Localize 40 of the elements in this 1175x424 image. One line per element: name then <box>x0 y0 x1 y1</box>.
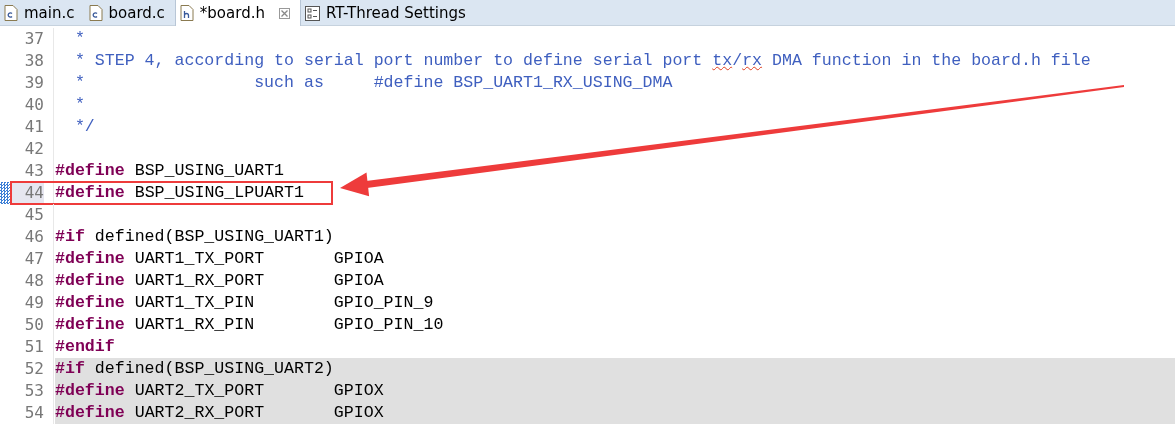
line-number: 41 <box>23 116 44 138</box>
line-number: 39 <box>23 72 44 94</box>
line-number: 38 <box>23 50 44 72</box>
line-number: 45 <box>23 204 44 226</box>
code-line: #if defined(BSP_USING_UART1) <box>55 226 335 248</box>
checklist-icon <box>304 5 320 21</box>
editor-tab[interactable]: main.c <box>0 0 85 26</box>
line-number: 52 <box>23 358 44 380</box>
close-icon[interactable] <box>278 7 290 19</box>
line-number: 54 <box>23 402 44 424</box>
code-line: #define UART1_TX_PIN GPIO_PIN_9 <box>55 292 435 314</box>
code-line: * <box>73 28 86 50</box>
line-number: 46 <box>23 226 44 248</box>
editor-tab[interactable]: RT-Thread Settings <box>300 0 476 26</box>
line-number: 48 <box>23 270 44 292</box>
code-line: #define BSP_USING_UART1 <box>55 160 286 182</box>
line-number: 43 <box>23 160 44 182</box>
code-line: #define UART1_RX_PORT GPIOA <box>55 270 385 292</box>
line-number: 50 <box>23 314 44 336</box>
code-line: * STEP 4, according to serial port number to define serial port tx/rx DMA function in the board.h file <box>73 50 1092 72</box>
line-number: 37 <box>23 28 44 50</box>
editor-tab[interactable]: *board.h <box>174 0 301 26</box>
code-line: * such as #define BSP_UART1_RX_USING_DMA <box>73 72 674 94</box>
line-number: 47 <box>23 248 44 270</box>
line-number: 40 <box>23 94 44 116</box>
line-number: 49 <box>23 292 44 314</box>
line-number: 51 <box>23 336 44 358</box>
line-number: 42 <box>23 138 44 160</box>
code-line: #endif <box>55 336 116 358</box>
code-line: #define UART1_TX_PORT GPIOA <box>55 248 385 270</box>
code-line: #define BSP_USING_LPUART1 <box>55 182 305 204</box>
code-line: #define UART1_RX_PIN GPIO_PIN_10 <box>55 314 445 336</box>
c-file-icon <box>4 5 18 21</box>
line-number: 44 <box>12 182 44 204</box>
code-line: */ <box>73 116 96 138</box>
line-number: 53 <box>23 380 44 402</box>
editor-tab[interactable]: board.c <box>84 0 175 26</box>
h-file-icon <box>179 5 194 21</box>
c-file-icon <box>88 5 103 21</box>
code-line: * <box>73 94 86 116</box>
